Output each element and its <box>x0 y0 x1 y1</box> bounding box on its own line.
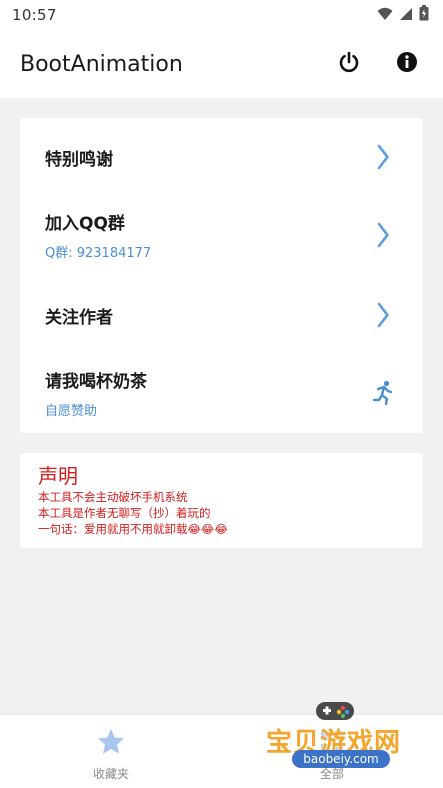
status-icons <box>377 5 429 25</box>
menu-item-buy-milk-tea[interactable]: 请我喝杯奶茶 自愿赞助 <box>20 354 423 432</box>
disclaimer-line: 本工具是作者无聊写（抄）着玩的 <box>38 506 211 520</box>
menu-item-subtitle: 自愿赞助 <box>45 404 98 419</box>
battery-icon <box>419 5 429 25</box>
cellular-signal-icon <box>399 6 413 25</box>
app-bar: BootAnimation <box>0 30 443 98</box>
disclaimer-title: 声明 <box>38 464 78 488</box>
menu-item-join-qq-group[interactable]: 加入QQ群 Q群: 923184177 <box>20 196 423 274</box>
wifi-icon <box>377 6 393 25</box>
app-title: BootAnimation <box>20 51 183 77</box>
star-icon <box>96 727 126 761</box>
status-bar: 10:57 <box>0 0 443 30</box>
menu-item-special-thanks[interactable]: 特别鸣谢 <box>20 118 423 196</box>
menu-item-follow-author[interactable]: 关注作者 <box>20 276 423 354</box>
disclaimer-line: 一句话：爱用就用不用就卸载😂😂😂 <box>38 522 228 536</box>
info-button[interactable] <box>385 42 429 86</box>
status-time: 10:57 <box>12 6 57 24</box>
watermark: 宝贝游戏网 baobeiy.com <box>266 698 416 784</box>
watermark-url: baobeiy.com <box>292 750 390 768</box>
chevron-right-icon <box>371 142 395 172</box>
disclaimer-card: 声明 本工具不会主动破坏手机系统 本工具是作者无聊写（抄）着玩的 一句话：爱用就… <box>20 453 423 548</box>
power-button[interactable] <box>327 42 371 86</box>
running-person-icon <box>371 378 395 408</box>
nav-item-favorites[interactable]: 收藏夹 <box>61 727 161 787</box>
nav-item-label: 收藏夹 <box>92 767 129 781</box>
menu-item-title: 关注作者 <box>45 307 113 328</box>
chevron-right-icon <box>371 300 395 330</box>
menu-item-title: 加入QQ群 <box>45 214 125 234</box>
disclaimer-line: 本工具不会主动破坏手机系统 <box>38 490 188 504</box>
chevron-right-icon <box>371 220 395 250</box>
menu-item-subtitle: Q群: 923184177 <box>45 246 152 261</box>
menu-item-title: 特别鸣谢 <box>45 149 113 170</box>
menu-item-title: 请我喝杯奶茶 <box>45 372 147 392</box>
menu-card: 特别鸣谢 加入QQ群 Q群: 923184177 关注作者 请我喝杯奶茶 自愿赞… <box>20 118 423 433</box>
info-icon <box>396 51 418 77</box>
power-icon <box>338 51 360 77</box>
